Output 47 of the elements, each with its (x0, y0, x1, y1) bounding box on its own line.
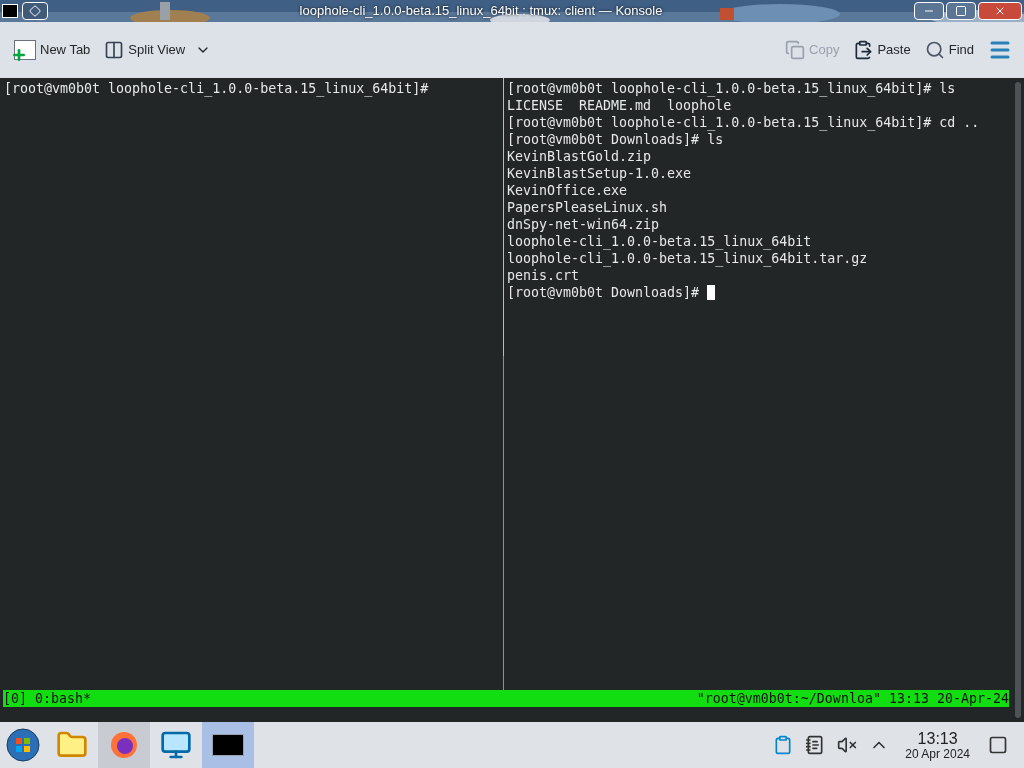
find-button[interactable]: Find (924, 40, 974, 60)
split-view-icon (104, 40, 125, 60)
terminal-line: loophole-cli_1.0.0-beta.15_linux_64bit.tar.gz (507, 250, 868, 267)
text-cursor (707, 285, 716, 300)
terminal-line: KevinOffice.exe (507, 182, 628, 199)
split-view-button[interactable]: Split View (102, 40, 214, 60)
terminal-line: LICENSE README.md loophole (507, 97, 732, 114)
terminal-icon (212, 734, 244, 756)
terminal-line: [root@vm0b0t Downloads]# ls (507, 131, 724, 148)
close-icon (994, 5, 1006, 17)
terminal-line: PapersPleaseLinux.sh (507, 199, 668, 216)
app-icon (2, 4, 18, 18)
new-tab-icon (14, 40, 36, 60)
terminal-line: penis.crt (507, 267, 580, 284)
clock[interactable]: 13:13 20 Apr 2024 (905, 729, 970, 761)
close-button[interactable] (978, 2, 1022, 20)
minimize-button[interactable] (914, 2, 944, 20)
terminal-line: [root@vm0b0t loophole-cli_1.0.0-beta.15_linux_64bit]# cd .. (507, 114, 980, 131)
window-menu-button[interactable] (22, 2, 48, 20)
taskbar-button[interactable] (202, 722, 254, 768)
terminal-line: loophole-cli_1.0.0-beta.15_linux_64bit (507, 233, 812, 250)
terminal-line: [root@vm0b0t loophole-cli_1.0.0-beta.15_linux_64bit]# ls (507, 80, 956, 97)
monitor-icon (160, 729, 192, 761)
clipboard-icon[interactable] (773, 735, 794, 755)
paste-icon (853, 40, 874, 60)
terminal-line: KevinBlastSetup-1.0.exe (507, 165, 692, 182)
terminal-line: [root@vm0b0t Downloads]# (507, 284, 700, 301)
terminal-line: dnSpy-net-win64.zip (507, 216, 660, 233)
start-button[interactable] (6, 728, 40, 762)
notes-icon[interactable] (805, 735, 826, 755)
clock-time: 13:13 (917, 729, 958, 747)
maximize-icon (955, 5, 967, 17)
paste-button[interactable]: Paste (853, 40, 911, 60)
status-left: [0] 0:bash* (3, 689, 92, 708)
status-right: "root@vm0b0t:~/Downloa" 13:13 20-Apr-24 (696, 689, 1009, 708)
terminal-line: KevinBlastGold.zip (507, 148, 652, 165)
new-tab-button[interactable]: New Tab (12, 40, 93, 60)
diamond-icon (29, 5, 41, 17)
copy-icon (785, 40, 806, 60)
browser-icon (109, 730, 139, 760)
search-icon (924, 40, 945, 60)
muted-speaker-icon[interactable] (837, 735, 858, 755)
window-title: loophole-cli_1.0.0-beta.15_linux_64bit : tmux: client — Konsole (299, 2, 663, 21)
terminal-line: [root@vm0b0t loophole-cli_1.0.0-beta.15_linux_64bit]# (4, 80, 429, 97)
show-desktop-icon[interactable] (988, 735, 1008, 755)
maximize-button[interactable] (946, 2, 976, 20)
clock-date: 20 Apr 2024 (905, 746, 970, 761)
